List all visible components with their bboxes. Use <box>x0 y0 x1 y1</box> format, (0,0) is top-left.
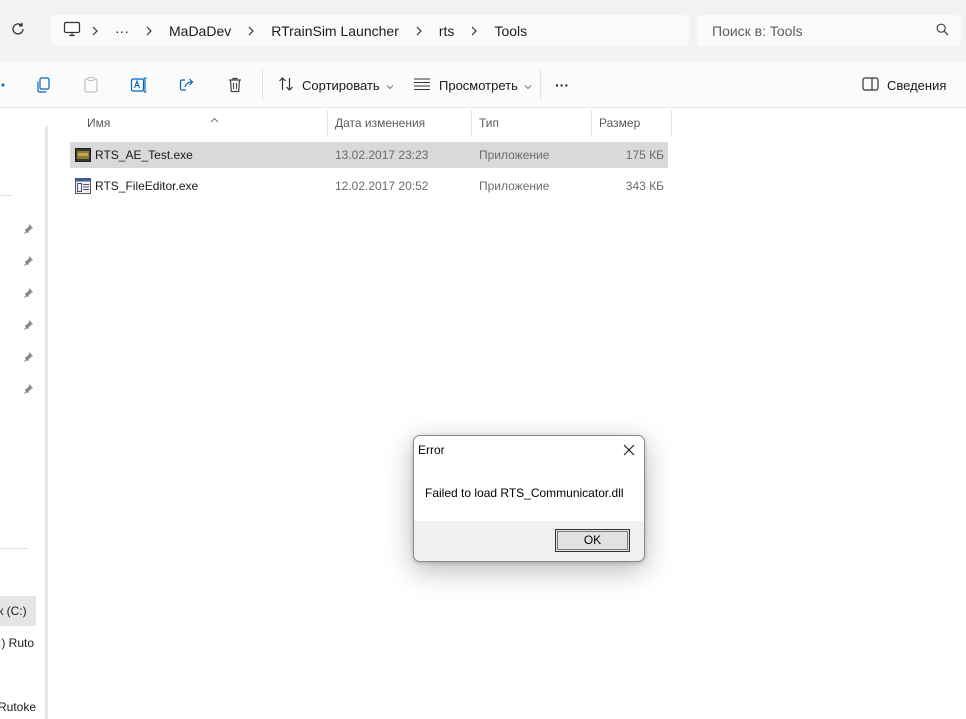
chevron-right-icon[interactable] <box>405 26 433 36</box>
file-date: 12.02.2017 20:52 <box>335 179 429 193</box>
chevron-right-icon[interactable] <box>460 26 488 36</box>
dialog-body: Failed to load RTS_Communicator.dll <box>414 464 644 521</box>
command-bar: Сортировать Просмотреть ··· Сведения <box>0 62 966 108</box>
sort-icon <box>278 76 294 95</box>
chevron-right-icon[interactable] <box>237 26 265 36</box>
chevron-right-icon[interactable] <box>135 26 163 36</box>
file-type: Приложение <box>479 179 550 193</box>
pin-icon[interactable] <box>22 318 34 330</box>
search-icon <box>936 23 949 39</box>
nav-divider <box>0 548 28 549</box>
share-icon[interactable] <box>176 74 198 96</box>
column-header-name[interactable]: Имя <box>80 110 328 136</box>
dialog-message: Failed to load RTS_Communicator.dll <box>425 486 624 500</box>
pin-icon[interactable] <box>22 286 34 298</box>
navigation-pane: к (C:) :) Ruto Rutoke <box>0 108 38 719</box>
file-date: 13.02.2017 23:23 <box>335 148 429 162</box>
details-pane-button[interactable]: Сведения <box>862 72 946 98</box>
nav-divider <box>0 195 12 196</box>
chevron-right-icon[interactable] <box>81 26 109 36</box>
copy-icon[interactable] <box>32 74 54 96</box>
column-header-type[interactable]: Тип <box>472 110 592 136</box>
chevron-down-icon <box>524 78 532 93</box>
toolbar-separator <box>540 70 541 100</box>
address-row: ··· MaDaDev RTrainSim Launcher rts Tools… <box>0 0 966 62</box>
error-dialog: Error Failed to load RTS_Communicator.dl… <box>413 435 645 562</box>
breadcrumb-more[interactable]: ··· <box>109 15 135 46</box>
rename-icon[interactable] <box>128 74 150 96</box>
exe-app-icon <box>75 178 91 194</box>
nav-drive-c[interactable]: к (C:) <box>0 596 36 626</box>
pin-icon[interactable] <box>22 382 34 394</box>
more-options-button[interactable]: ··· <box>555 72 569 98</box>
file-explorer-window: ··· MaDaDev RTrainSim Launcher rts Tools… <box>0 0 966 719</box>
breadcrumb-rts[interactable]: rts <box>433 15 461 46</box>
chevron-down-icon <box>386 78 394 93</box>
toolbar-separator <box>262 70 263 100</box>
view-list-icon <box>413 77 431 94</box>
refresh-icon[interactable] <box>10 21 32 43</box>
sort-ascending-icon <box>210 106 219 132</box>
search-input[interactable]: Поиск в: Tools <box>697 15 961 46</box>
column-header-date[interactable]: Дата изменения <box>328 110 472 136</box>
file-row[interactable]: RTS_FileEditor.exe 12.02.2017 20:52 Прил… <box>70 173 668 199</box>
pin-icon[interactable] <box>22 254 34 266</box>
address-bar[interactable]: ··· MaDaDev RTrainSim Launcher rts Tools <box>51 15 689 46</box>
dialog-title: Error <box>418 443 445 457</box>
breadcrumb-tools[interactable]: Tools <box>488 15 533 46</box>
view-button[interactable]: Просмотреть <box>413 72 532 98</box>
close-icon[interactable] <box>622 443 636 457</box>
ok-button[interactable]: OK <box>555 529 630 552</box>
file-type: Приложение <box>479 148 550 162</box>
exe-app-icon <box>75 147 91 163</box>
column-header-size[interactable]: Размер <box>592 110 672 136</box>
this-pc-crumb[interactable] <box>51 15 81 46</box>
details-pane-icon <box>862 76 879 94</box>
search-placeholder: Поиск в: Tools <box>712 23 803 39</box>
file-name: RTS_AE_Test.exe <box>95 148 193 162</box>
nav-scrollbar[interactable] <box>45 126 48 719</box>
nav-drive-rutoken[interactable]: :) Ruto <box>0 628 36 658</box>
delete-icon[interactable] <box>224 74 246 96</box>
paste-icon[interactable] <box>80 74 102 96</box>
monitor-icon <box>63 21 81 40</box>
file-size: 343 КБ <box>625 179 664 193</box>
new-icon[interactable] <box>0 74 14 96</box>
file-name: RTS_FileEditor.exe <box>95 179 199 193</box>
breadcrumb-madadev[interactable]: MaDaDev <box>163 15 237 46</box>
file-row[interactable]: RTS_AE_Test.exe 13.02.2017 23:23 Приложе… <box>70 142 668 168</box>
breadcrumb-rtrainsim-launcher[interactable]: RTrainSim Launcher <box>265 15 405 46</box>
sort-button[interactable]: Сортировать <box>278 72 394 98</box>
file-size: 175 КБ <box>625 148 664 162</box>
pin-icon[interactable] <box>22 350 34 362</box>
nav-drive-rutoken-2[interactable]: Rutoke <box>0 692 36 719</box>
pin-icon[interactable] <box>22 222 34 234</box>
dialog-title-bar[interactable]: Error <box>414 436 644 464</box>
